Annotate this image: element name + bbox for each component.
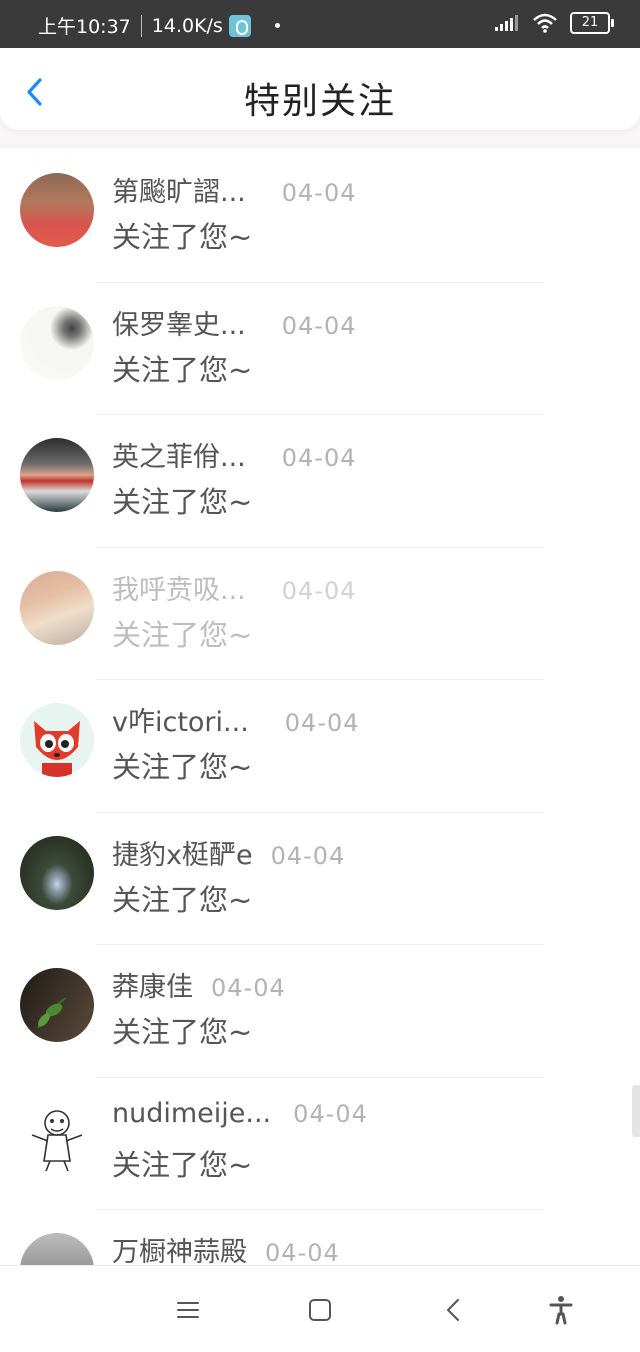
follow-date: 04-04 (270, 841, 346, 870)
user-name: 捷豹x梃酽e (112, 839, 253, 871)
follow-date: 04-04 (293, 1099, 368, 1128)
signal-icon (495, 15, 518, 31)
network-speed: 14.0K/s (151, 14, 223, 37)
follow-date: 04-04 (211, 974, 286, 1002)
user-name: 第飈旷謵... (112, 177, 246, 208)
autumn-trees-avatar[interactable] (20, 173, 94, 247)
status-bar: 上午10:37 14.0K/s 21 (0, 0, 640, 48)
more-notifications-dot (274, 23, 280, 28)
clock: 上午10:37 (38, 16, 131, 38)
app-notification-icon (228, 14, 251, 37)
user-name: 莽康佳 (112, 972, 193, 1003)
top-app-bar: 特别关注 (0, 48, 640, 130)
battery-indicator: 21 (570, 12, 614, 34)
status-separator (140, 14, 142, 37)
list-item[interactable]: 我呼贲吸... 04-04 关注了您~ (0, 548, 640, 680)
follow-message: 关注了您~ (112, 1147, 253, 1182)
list-item[interactable]: 莽康佳 04-04 关注了您~ (0, 945, 640, 1078)
list-item[interactable]: 英之菲佾... 04-04 关注了您~ (0, 415, 640, 548)
user-name: nudimeije... (112, 1097, 272, 1129)
follow-message: 关注了您~ (112, 352, 253, 387)
user-name: v咋ictori... (112, 707, 249, 738)
menu-icon[interactable] (170, 1292, 206, 1328)
follow-message: 关注了您~ (112, 882, 253, 917)
follow-date: 04-04 (281, 576, 357, 605)
page-title: 特别关注 (243, 81, 396, 122)
girl-apple-avatar[interactable] (20, 438, 94, 512)
system-navigation-bar (0, 1265, 640, 1352)
list-item[interactable]: 万橱神蒜殿 04-04 (0, 1210, 640, 1265)
back-icon[interactable] (436, 1292, 472, 1328)
green-leaf-avatar[interactable] (20, 968, 94, 1042)
woman-white-avatar[interactable] (20, 305, 94, 380)
tiger-sketch-avatar[interactable] (20, 1100, 94, 1175)
follow-message: 关注了您~ (112, 750, 253, 784)
red-fox-cartoon-avatar[interactable] (20, 703, 94, 777)
follow-message: 关注了您~ (112, 220, 253, 254)
follow-message: 关注了您~ (112, 617, 253, 652)
list-item[interactable]: 保罗睾史... 04-04 关注了您~ (0, 283, 640, 415)
user-name: 万橱神蒜殿 (112, 1237, 247, 1265)
list-item[interactable]: 第飈旷謵... 04-04 关注了您~ (0, 150, 640, 283)
list-item[interactable]: 捷豹x梃酽e 04-04 关注了您~ (0, 813, 640, 945)
list-item[interactable]: nudimeije... 04-04 关注了您~ (0, 1078, 640, 1210)
wifi-icon (533, 13, 557, 33)
list-item[interactable]: v咋ictori... 04-04 关注了您~ (0, 680, 640, 813)
girl-hat-avatar[interactable] (20, 570, 94, 645)
forest-figure-avatar[interactable] (20, 835, 94, 910)
home-square-icon[interactable] (302, 1292, 338, 1328)
accessibility-icon[interactable] (543, 1292, 579, 1328)
follow-message: 关注了您~ (112, 485, 253, 519)
user-name: 保罗睾史... (112, 309, 246, 341)
follow-date: 04-04 (265, 1239, 340, 1265)
follow-date: 04-04 (284, 709, 360, 737)
scrollbar[interactable] (632, 1085, 640, 1137)
follower-list[interactable]: 第飈旷謵... 04-04 关注了您~ 保罗睾史... 04-04 关注了您~ … (0, 150, 640, 1265)
gray-wall-avatar[interactable] (20, 1233, 94, 1265)
follow-date: 04-04 (281, 179, 357, 207)
user-name: 英之菲佾... (112, 442, 246, 473)
follow-message: 关注了您~ (112, 1015, 253, 1049)
user-name: 我呼贲吸... (112, 574, 246, 606)
follow-date: 04-04 (281, 444, 357, 472)
follow-date: 04-04 (281, 311, 357, 340)
